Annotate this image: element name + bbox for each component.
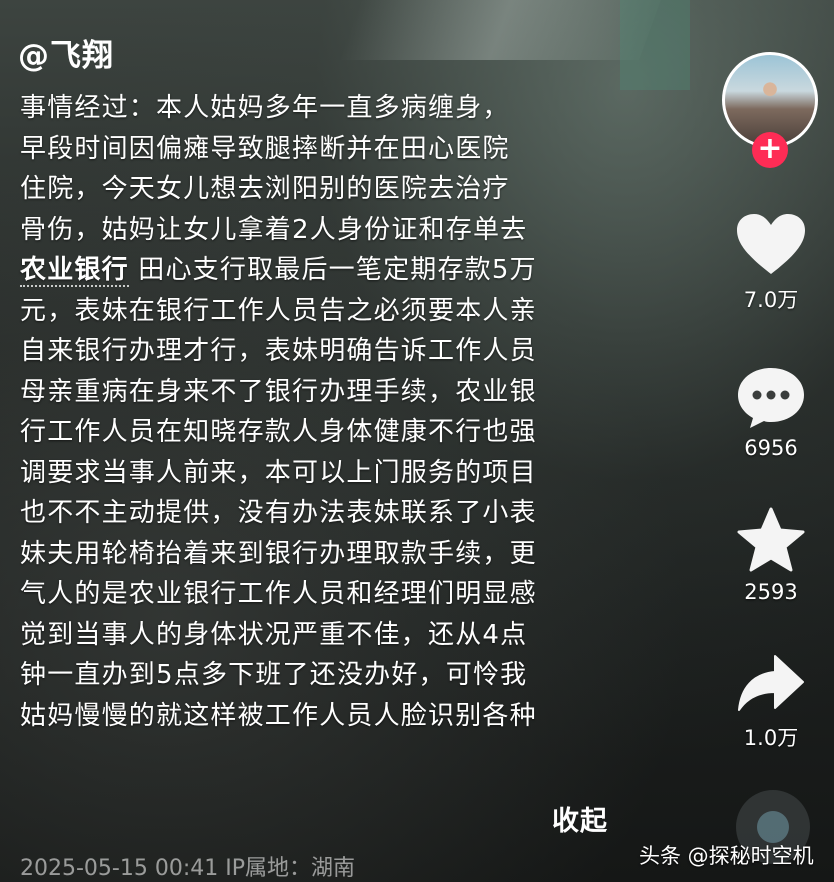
search-keyword-link[interactable]: 农业银行 bbox=[20, 255, 129, 287]
description-line: 元，表妹在银行工作人员告之必须要本人亲 bbox=[20, 295, 537, 326]
share-arrow-icon bbox=[738, 655, 804, 711]
description-line: 住院，今天女儿想去浏阳别的医院去治疗 bbox=[20, 174, 510, 204]
share-button[interactable]: 1.0万 bbox=[735, 652, 807, 752]
description-line: 也不不主动提供，没有办法表妹联系了小表 bbox=[20, 498, 537, 528]
description-line: 骨伤，姑妈让女儿拿着2人身份证和存单去 bbox=[20, 214, 528, 245]
star-icon bbox=[737, 507, 805, 572]
description-line-rest: 田心支行取最后一笔定期存款5万 bbox=[138, 255, 537, 285]
description-line: 自来银行办理才行，表妹明确告诉工作人员 bbox=[20, 336, 537, 366]
description-line: 姑妈慢慢的就这样被工作人员人脸识别各种 bbox=[20, 700, 537, 731]
background-light-band bbox=[339, 0, 661, 60]
source-watermark: 头条 @探秘时空机 bbox=[639, 844, 814, 868]
description-line: 事情经过：本人姑妈多年一直多病缠身， bbox=[20, 93, 510, 123]
post-meta: 2025-05-15 00:41 IP属地：湖南 bbox=[20, 850, 355, 882]
share-count: 1.0万 bbox=[743, 726, 799, 750]
like-button[interactable]: 7.0万 bbox=[735, 212, 807, 314]
comment-count: 6956 bbox=[744, 436, 798, 460]
description-line: 母亲重病在身来不了银行办理手续，农业银 bbox=[20, 376, 537, 407]
favorite-button[interactable]: 2593 bbox=[735, 506, 807, 604]
description-line: 钟一直办到5点多下班了还没办好，可怜我 bbox=[20, 660, 528, 690]
description-line-with-link: 农业银行 田心支行取最后一笔定期存款5万 bbox=[20, 250, 640, 291]
author-name[interactable]: @飞翔 bbox=[18, 30, 114, 75]
like-count: 7.0万 bbox=[743, 288, 799, 312]
comment-button[interactable]: 6956 bbox=[735, 366, 807, 460]
description-line: 行工作人员在知晓存款人身体健康不行也强 bbox=[20, 417, 537, 447]
favorite-count: 2593 bbox=[744, 580, 798, 604]
description-line: 早段时间因偏瘫导致腿摔断并在田心医院 bbox=[20, 133, 510, 164]
heart-icon bbox=[737, 214, 805, 274]
description-line: 妹夫用轮椅抬着来到银行办理取款手续，更 bbox=[20, 538, 537, 569]
post-description: 事情经过：本人姑妈多年一直多病缠身， 早段时间因偏瘫导致腿摔断并在田心医院 住院… bbox=[20, 88, 640, 736]
comment-bubble-icon bbox=[738, 368, 804, 428]
collapse-button[interactable]: 收起 bbox=[552, 799, 608, 838]
follow-button[interactable]: + bbox=[752, 132, 788, 168]
description-line: 调要求当事人前来，本可以上门服务的项目 bbox=[20, 457, 537, 488]
description-line: 觉到当事人的身体状况严重不佳，还从4点 bbox=[20, 619, 528, 650]
ip-location: IP属地：湖南 bbox=[225, 856, 356, 881]
description-line: 气人的是农业银行工作人员和经理们明显感 bbox=[20, 579, 537, 609]
background-green-panel bbox=[620, 0, 690, 90]
post-timestamp: 2025-05-15 00:41 bbox=[20, 856, 219, 881]
